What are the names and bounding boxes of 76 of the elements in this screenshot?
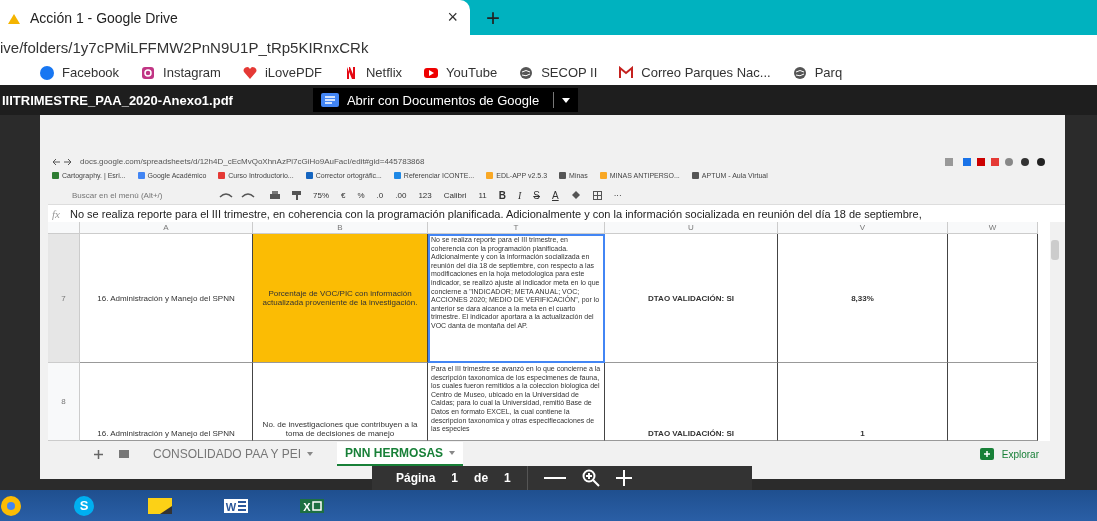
column-header[interactable]: T — [428, 222, 605, 234]
sheet-list-icon — [119, 450, 129, 458]
table-cell: Porcentaje de VOC/PIC con información actualizada proveniente de la investigación. — [253, 234, 428, 363]
caret-icon — [449, 451, 456, 455]
currency-button[interactable]: € — [341, 190, 346, 200]
bold-button[interactable]: B — [498, 189, 506, 201]
decimal-button[interactable]: .0 — [376, 190, 384, 200]
row-header[interactable]: 7 — [48, 234, 80, 363]
heart-icon — [242, 65, 257, 80]
globe-icon — [792, 65, 807, 80]
bookmark[interactable]: Netflix — [344, 65, 403, 80]
open-with-button[interactable]: Abrir con Documentos de Google — [312, 88, 579, 112]
close-button[interactable]: × — [447, 7, 458, 28]
bookmark[interactable]: Correo Parques Nac... — [619, 65, 771, 80]
facebook-icon — [40, 65, 54, 80]
percent-button[interactable]: % — [357, 190, 365, 200]
text-color-button[interactable]: A — [552, 189, 559, 201]
globe-icon — [519, 65, 534, 80]
chrome-app-icon[interactable] — [0, 494, 22, 517]
netflix-icon — [344, 65, 358, 80]
back-icon — [52, 157, 72, 166]
page-of-label: de — [474, 471, 489, 485]
print-icon — [270, 190, 280, 200]
column-header[interactable]: B — [253, 222, 428, 234]
zoom-icon — [581, 469, 600, 487]
row-header[interactable]: 8 — [48, 363, 80, 441]
youtube-icon — [424, 65, 439, 80]
add-icon — [94, 449, 103, 459]
bookmark[interactable]: SECOP II — [519, 65, 598, 80]
zoom-fit-button[interactable] — [581, 469, 600, 487]
document-icon — [320, 93, 339, 107]
column-header[interactable]: A — [80, 222, 253, 234]
page-label: Página — [396, 471, 436, 485]
new-tab-button[interactable]: + — [470, 0, 516, 35]
bookmark[interactable]: Facebook — [40, 65, 120, 80]
more-button[interactable]: ··· — [613, 190, 622, 200]
explore-button[interactable]: Explorar — [973, 447, 1045, 461]
browser-tab[interactable]: Acción 1 - Google Drive × — [0, 0, 470, 35]
bookmark[interactable]: Instagram — [141, 65, 221, 80]
bookmark[interactable]: YouTube — [424, 65, 498, 80]
scrollbar[interactable] — [1051, 240, 1059, 260]
mail-icon — [619, 65, 634, 80]
plus-icon — [615, 470, 632, 486]
sheet-tab[interactable]: CONSOLIDADO PAA Y PEI — [145, 443, 322, 465]
column-header[interactable]: V — [778, 222, 948, 234]
font-dropdown[interactable]: Calibri — [443, 190, 467, 200]
zoom-out-button[interactable] — [543, 476, 566, 480]
file-name: IIITRIMESTRE_PAA_2020-Anexo1.pdf — [2, 92, 233, 108]
page-total: 1 — [504, 471, 511, 485]
zoom-dropdown[interactable]: 75% — [313, 190, 329, 200]
table-cell: 8,33% — [778, 234, 948, 363]
column-header[interactable]: W — [948, 222, 1038, 234]
instagram-icon — [141, 65, 156, 80]
column-header[interactable]: U — [605, 222, 778, 234]
bookmark[interactable]: Parq — [792, 65, 843, 80]
borders-icon — [592, 190, 602, 200]
font-size-dropdown[interactable]: 11 — [478, 190, 487, 200]
sheet-tab[interactable]: PNN HERMOSAS — [337, 442, 464, 466]
tab-title: Acción 1 - Google Drive — [30, 9, 179, 26]
page-number[interactable]: 1 — [451, 471, 459, 485]
address-text[interactable]: docs.google.com/spreadsheets/d/12h4D_cEcMvQoXhnAzPi7cGiHo9AuFacI/edit#gid=445783868 — [80, 157, 937, 166]
zoom-in-button[interactable] — [615, 470, 632, 486]
strikethrough-button[interactable]: S — [533, 189, 540, 201]
formula-text[interactable]: No se realiza reporte para el III trimestre, en coherencia con la programación planificada. Adicionalmente y con la información socializada en reunión del día 18 de septiembre, — [69, 207, 922, 220]
fill-color-icon — [570, 190, 581, 200]
caret-icon — [562, 97, 571, 103]
minus-icon — [543, 476, 566, 480]
bookmark[interactable]: iLovePDF — [242, 65, 322, 80]
table-cell: DTAO VALIDACIÓN: SI — [605, 234, 778, 363]
explore-icon — [979, 448, 994, 460]
caret-icon — [307, 452, 314, 456]
format-dropdown[interactable]: 123 — [418, 190, 432, 200]
italic-button[interactable]: I — [517, 189, 522, 201]
fx-label: fx — [51, 207, 60, 220]
decimal-button[interactable]: .00 — [395, 190, 407, 200]
paint-format-icon — [292, 190, 301, 200]
